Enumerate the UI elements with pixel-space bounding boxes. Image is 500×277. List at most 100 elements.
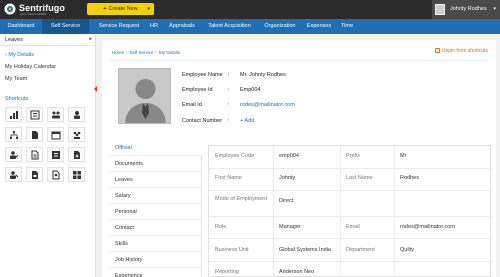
nav-dashboard[interactable]: Dashboard — [0, 19, 42, 34]
doc-add-icon — [74, 151, 80, 159]
official-details-table: Employee Code emp004 Prefix Mr First Nam… — [208, 145, 492, 277]
row-divider — [209, 190, 492, 191]
column-divider — [394, 146, 395, 277]
nav-self-service[interactable]: Self Service — [42, 19, 89, 34]
tab-job-history[interactable]: Job History — [110, 253, 202, 268]
shortcut-employee-list[interactable] — [26, 107, 43, 122]
shortcut-user-check[interactable] — [5, 147, 22, 162]
chevron-right-icon: ▸ — [89, 36, 92, 42]
column-divider — [273, 146, 274, 277]
nav-expenses[interactable]: Expenses — [302, 19, 336, 34]
department-value: Quilty — [400, 247, 415, 253]
prefix-value: Mr — [400, 153, 407, 159]
breadcrumb-separator: › — [155, 50, 158, 55]
add-contact-button[interactable]: + Add — [240, 118, 254, 124]
user-edit-icon — [10, 171, 19, 179]
breadcrumb: Home › Self Service › My Details — [112, 50, 180, 55]
row-divider — [209, 216, 492, 217]
detail-tabs: Official Documents Leaves Salary Persona… — [110, 141, 202, 277]
nav-service-request[interactable]: Service Request — [94, 19, 144, 34]
employee-id-value: Emp004 — [240, 87, 261, 93]
first-name-label: First Name — [215, 175, 242, 181]
sidebar-collapse-handle[interactable] — [94, 86, 97, 92]
role-value: Manager — [279, 224, 301, 230]
row-divider — [209, 261, 492, 262]
sidebar-item-my-details[interactable]: › My Details — [5, 52, 34, 58]
last-name-label: Last Name — [346, 175, 373, 181]
nav-talent-acquisition[interactable]: Talent Acquisition — [202, 19, 257, 34]
employee-code-label: Employee Code — [215, 153, 255, 159]
shortcut-hierarchy[interactable] — [5, 127, 22, 142]
employee-name-value: Mr. Johnty Rodhes — [240, 72, 286, 78]
email-value: rodes@mailinator.com — [400, 224, 455, 230]
reporting-value: Anderson Neo — [279, 269, 315, 275]
prefix-label: Prefix — [346, 153, 361, 159]
breadcrumb-separator: › — [126, 50, 128, 55]
grid-icon — [73, 171, 81, 179]
user-silhouette-icon — [125, 79, 166, 123]
shortcut-user-edit[interactable] — [5, 167, 22, 182]
tab-experience[interactable]: Experience — [110, 269, 202, 277]
tab-personal[interactable]: Personal — [110, 205, 202, 220]
shortcut-people[interactable] — [68, 127, 85, 142]
contact-number-label: Contact Number — [182, 118, 223, 124]
tab-skills[interactable]: Skills — [110, 237, 202, 252]
sidebar-item-holiday-calendar[interactable]: My Holiday Calendar — [5, 64, 56, 70]
main-content: Home › Self Service › My Details Unpin from … — [102, 40, 496, 277]
user-group-icon — [52, 111, 60, 119]
nav-hr[interactable]: HR — [147, 19, 161, 34]
sidebar-item-my-team[interactable]: My Team — [5, 76, 27, 82]
shortcut-org-chart[interactable] — [5, 107, 22, 122]
colon: : — [228, 118, 230, 124]
shortcut-calendar[interactable] — [47, 127, 64, 142]
top-bar: Sentrifugo open source HRMS + Create New … — [0, 0, 500, 19]
tab-salary[interactable]: Salary — [110, 189, 202, 204]
employee-id-label: Employee Id — [182, 87, 213, 93]
shortcut-list[interactable] — [47, 147, 64, 162]
unpin-label: Unpin from shortcuts — [441, 48, 488, 54]
shortcut-doc-user[interactable] — [47, 167, 64, 182]
tab-documents[interactable]: Documents — [110, 157, 202, 172]
shortcut-doc[interactable] — [26, 167, 43, 182]
user-menu[interactable]: Johnty Rodhes ▾ — [432, 0, 500, 19]
calendar-icon — [51, 131, 61, 140]
app-logo[interactable]: Sentrifugo open source HRMS — [4, 2, 74, 17]
breadcrumb-self-service[interactable]: Self Service — [130, 50, 154, 55]
unpin-icon — [434, 48, 440, 53]
doc-user-icon — [52, 170, 60, 180]
shortcut-doc-add[interactable] — [68, 147, 85, 162]
colon: : — [228, 72, 230, 78]
create-new-button[interactable]: + Create New ▾ — [87, 3, 154, 15]
tab-leaves[interactable]: Leaves — [110, 173, 202, 188]
shortcut-document[interactable] — [26, 127, 43, 142]
reporting-label: Reporting — [215, 269, 239, 275]
breadcrumb-home[interactable]: Home — [112, 50, 124, 55]
shortcut-user-group[interactable] — [47, 107, 64, 122]
unpin-shortcut-button[interactable]: Unpin from shortcuts — [434, 48, 488, 54]
employee-code-value: emp004 — [279, 153, 299, 159]
shortcut-report[interactable] — [26, 147, 43, 162]
row-divider — [209, 168, 492, 169]
employee-name-label: Employee Name — [182, 72, 223, 78]
nav-appraisals[interactable]: Appraisals — [165, 19, 199, 34]
mode-of-employment-label: Mode of Employment — [215, 196, 267, 202]
chevron-down-icon: ▾ — [147, 6, 150, 12]
hierarchy-icon — [10, 131, 18, 139]
department-label: Department — [346, 247, 375, 253]
row-divider — [209, 238, 492, 239]
doc-icon — [32, 171, 38, 179]
role-label: Role — [215, 224, 227, 230]
profile-photo[interactable] — [118, 68, 171, 124]
sidebar-header-label: Leaves — [5, 37, 23, 43]
header-divider — [110, 60, 488, 61]
sidebar-header-leaves[interactable]: Leaves ▸ — [0, 34, 96, 46]
email-id-value[interactable]: rodes@mailinator.com — [240, 102, 295, 108]
tab-contact[interactable]: Contact — [110, 221, 202, 236]
list-icon — [52, 151, 60, 159]
nav-time[interactable]: Time — [338, 19, 356, 34]
shortcut-team[interactable] — [68, 107, 85, 122]
logo-tagline: open source HRMS — [20, 12, 47, 16]
nav-organization[interactable]: Organization — [260, 19, 300, 34]
tab-official[interactable]: Official — [110, 141, 202, 156]
shortcut-grid[interactable] — [68, 167, 85, 182]
